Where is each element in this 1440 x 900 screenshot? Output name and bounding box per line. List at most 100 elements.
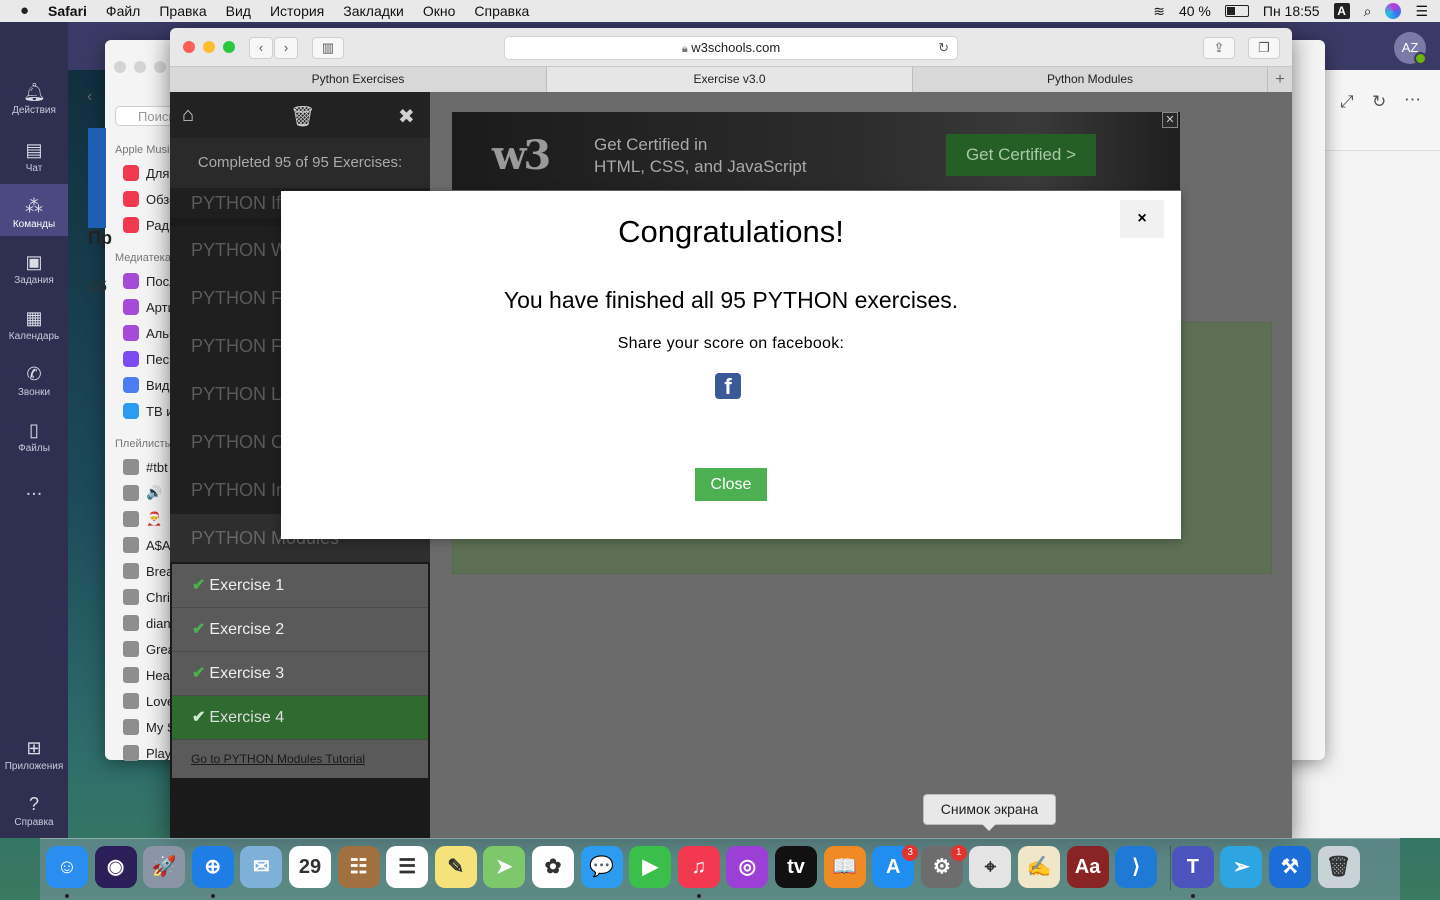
music-search-input[interactable]: Поиск: [115, 106, 175, 126]
reload-icon[interactable]: ↻: [938, 37, 949, 59]
playlist-item[interactable]: Hea: [123, 665, 170, 685]
assignments-icon: ▣: [25, 252, 43, 272]
exercise-item[interactable]: ✔ Exercise 2: [172, 608, 428, 652]
playlist-item[interactable]: Chri: [123, 587, 170, 607]
zoom-window-button[interactable]: [223, 41, 235, 53]
share-button[interactable]: ⇪: [1203, 37, 1235, 59]
back-button[interactable]: ‹: [249, 37, 273, 59]
calendar-icon[interactable]: 29: [289, 846, 331, 888]
modal-close-x-button[interactable]: ×: [1120, 200, 1164, 238]
xcode-icon[interactable]: ⚒: [1269, 846, 1311, 888]
menu-edit[interactable]: Правка: [159, 3, 206, 19]
music-icon[interactable]: ♫: [677, 846, 720, 888]
menu-window[interactable]: Окно: [423, 3, 456, 19]
textedit-icon[interactable]: ✍: [1018, 846, 1060, 888]
teams-nav-calls[interactable]: ✆ Звонки: [0, 364, 68, 398]
screenshot-icon[interactable]: ⌖: [969, 846, 1012, 888]
sidebar-button[interactable]: ▥: [312, 37, 344, 59]
battery-icon[interactable]: [1224, 5, 1249, 17]
menu-view[interactable]: Вид: [226, 3, 251, 19]
tab-python-exercises[interactable]: Python Exercises: [170, 67, 547, 92]
photos-icon[interactable]: ✿: [532, 846, 574, 888]
menu-history[interactable]: История: [270, 3, 324, 19]
close-icon[interactable]: ✖: [398, 104, 415, 129]
playlist-item[interactable]: 🎅: [123, 509, 162, 529]
tab-exercise-v3[interactable]: Exercise v3.0: [547, 67, 913, 92]
expand-icon[interactable]: ⤢: [1340, 92, 1354, 112]
music-minimize-button[interactable]: [134, 61, 146, 73]
finder-icon[interactable]: ☺: [46, 846, 88, 888]
playlist-item[interactable]: My S: [123, 717, 176, 737]
spotlight-icon[interactable]: ⌕: [1364, 3, 1372, 20]
clock[interactable]: Пн 18:55: [1263, 3, 1320, 19]
new-tab-button[interactable]: +: [1268, 67, 1292, 92]
forward-button[interactable]: ›: [274, 37, 298, 59]
notification-center-icon[interactable]: ☰: [1415, 3, 1428, 20]
menu-safari[interactable]: Safari: [48, 3, 87, 19]
tv-icon[interactable]: tv: [775, 846, 817, 888]
battery-percent[interactable]: 40 %: [1179, 3, 1211, 19]
dictionary-icon[interactable]: Aa: [1066, 846, 1109, 888]
siri-icon[interactable]: ◉: [94, 846, 137, 888]
telegram-icon[interactable]: ➢: [1220, 846, 1263, 888]
exercise-item[interactable]: ✔ Exercise 3: [172, 652, 428, 696]
facebook-icon[interactable]: f: [715, 373, 741, 399]
teams-icon[interactable]: T: [1171, 846, 1214, 888]
teams-nav-activity[interactable]: 🔔︎ Действия: [0, 82, 68, 116]
safari-icon[interactable]: ⊕: [191, 846, 234, 888]
teams-nav-teams[interactable]: ⁂ Команды: [0, 184, 68, 236]
podcasts-icon[interactable]: ◎: [726, 846, 769, 888]
notes-icon[interactable]: ✎: [434, 846, 477, 888]
messages-icon[interactable]: 💬: [580, 846, 623, 888]
playlist-item[interactable]: Play: [123, 743, 171, 763]
running-indicator: [696, 894, 701, 898]
books-icon[interactable]: 📖: [823, 846, 866, 888]
tab-python-modules[interactable]: Python Modules: [913, 67, 1268, 92]
playlist-item[interactable]: Love: [123, 691, 174, 711]
music-zoom-button[interactable]: [154, 61, 166, 73]
avatar[interactable]: AZ: [1394, 32, 1427, 65]
get-certified-button[interactable]: Get Certified >: [946, 134, 1096, 176]
tutorial-link[interactable]: Go to PYTHON Modules Tutorial: [172, 740, 428, 778]
teams-nav-calendar[interactable]: ▦ Календарь: [0, 308, 68, 342]
contacts-icon[interactable]: ☷: [337, 846, 380, 888]
facetime-icon[interactable]: ▶: [629, 846, 672, 888]
music-close-button[interactable]: [114, 61, 126, 73]
siri-icon[interactable]: [1385, 3, 1402, 19]
close-window-button[interactable]: [183, 41, 195, 53]
close-button[interactable]: Close: [695, 468, 767, 501]
teams-nav-more[interactable]: ...: [0, 478, 68, 501]
ad-close-icon[interactable]: ✕: [1162, 112, 1178, 128]
maps-icon[interactable]: ➤: [483, 846, 526, 888]
minimize-window-button[interactable]: [203, 41, 215, 53]
teams-tile: [88, 128, 106, 228]
teams-nav-apps[interactable]: ⊞ Приложения: [0, 738, 68, 772]
teams-nav-assignments[interactable]: ▣ Задания: [0, 252, 68, 286]
more-options-icon[interactable]: ⋯: [1404, 90, 1421, 110]
menu-help[interactable]: Справка: [474, 3, 529, 19]
home-icon[interactable]: ⌂: [182, 104, 194, 127]
teams-nav-files[interactable]: ▯ Файлы: [0, 420, 68, 454]
reminders-icon[interactable]: ☰: [386, 846, 429, 888]
exercise-item-current[interactable]: ✔ Exercise 4: [172, 696, 428, 740]
vscode-icon[interactable]: ⟩: [1115, 846, 1158, 888]
mail-icon[interactable]: ✉: [240, 846, 283, 888]
ad-banner[interactable]: w3 Get Certified in HTML, CSS, and JavaS…: [452, 112, 1180, 190]
refresh-icon[interactable]: ↻: [1372, 92, 1386, 112]
teams-nav-help[interactable]: ? Справка: [0, 794, 68, 828]
tabs-overview-button[interactable]: ❐: [1248, 37, 1280, 59]
playlist-item[interactable]: #tbt: [123, 457, 168, 477]
address-bar[interactable]: 🔒︎ w3schools.com ↻: [504, 36, 958, 60]
teams-nav-chat[interactable]: ▤ Чат: [0, 140, 68, 174]
menu-file[interactable]: Файл: [106, 3, 140, 19]
trash-icon[interactable]: 🗑︎: [290, 104, 315, 129]
back-icon[interactable]: ‹: [87, 88, 92, 106]
wifi-icon[interactable]: ≋: [1153, 3, 1165, 20]
input-source-icon[interactable]: A: [1333, 3, 1350, 19]
launchpad-icon[interactable]: 🚀: [143, 846, 186, 888]
apple-icon[interactable]: ●: [20, 3, 36, 19]
trash-icon[interactable]: 🗑: [1317, 846, 1360, 888]
playlist-item[interactable]: 🔊: [123, 483, 162, 503]
menu-bookmarks[interactable]: Закладки: [343, 3, 404, 19]
exercise-item[interactable]: ✔ Exercise 1: [172, 564, 428, 608]
